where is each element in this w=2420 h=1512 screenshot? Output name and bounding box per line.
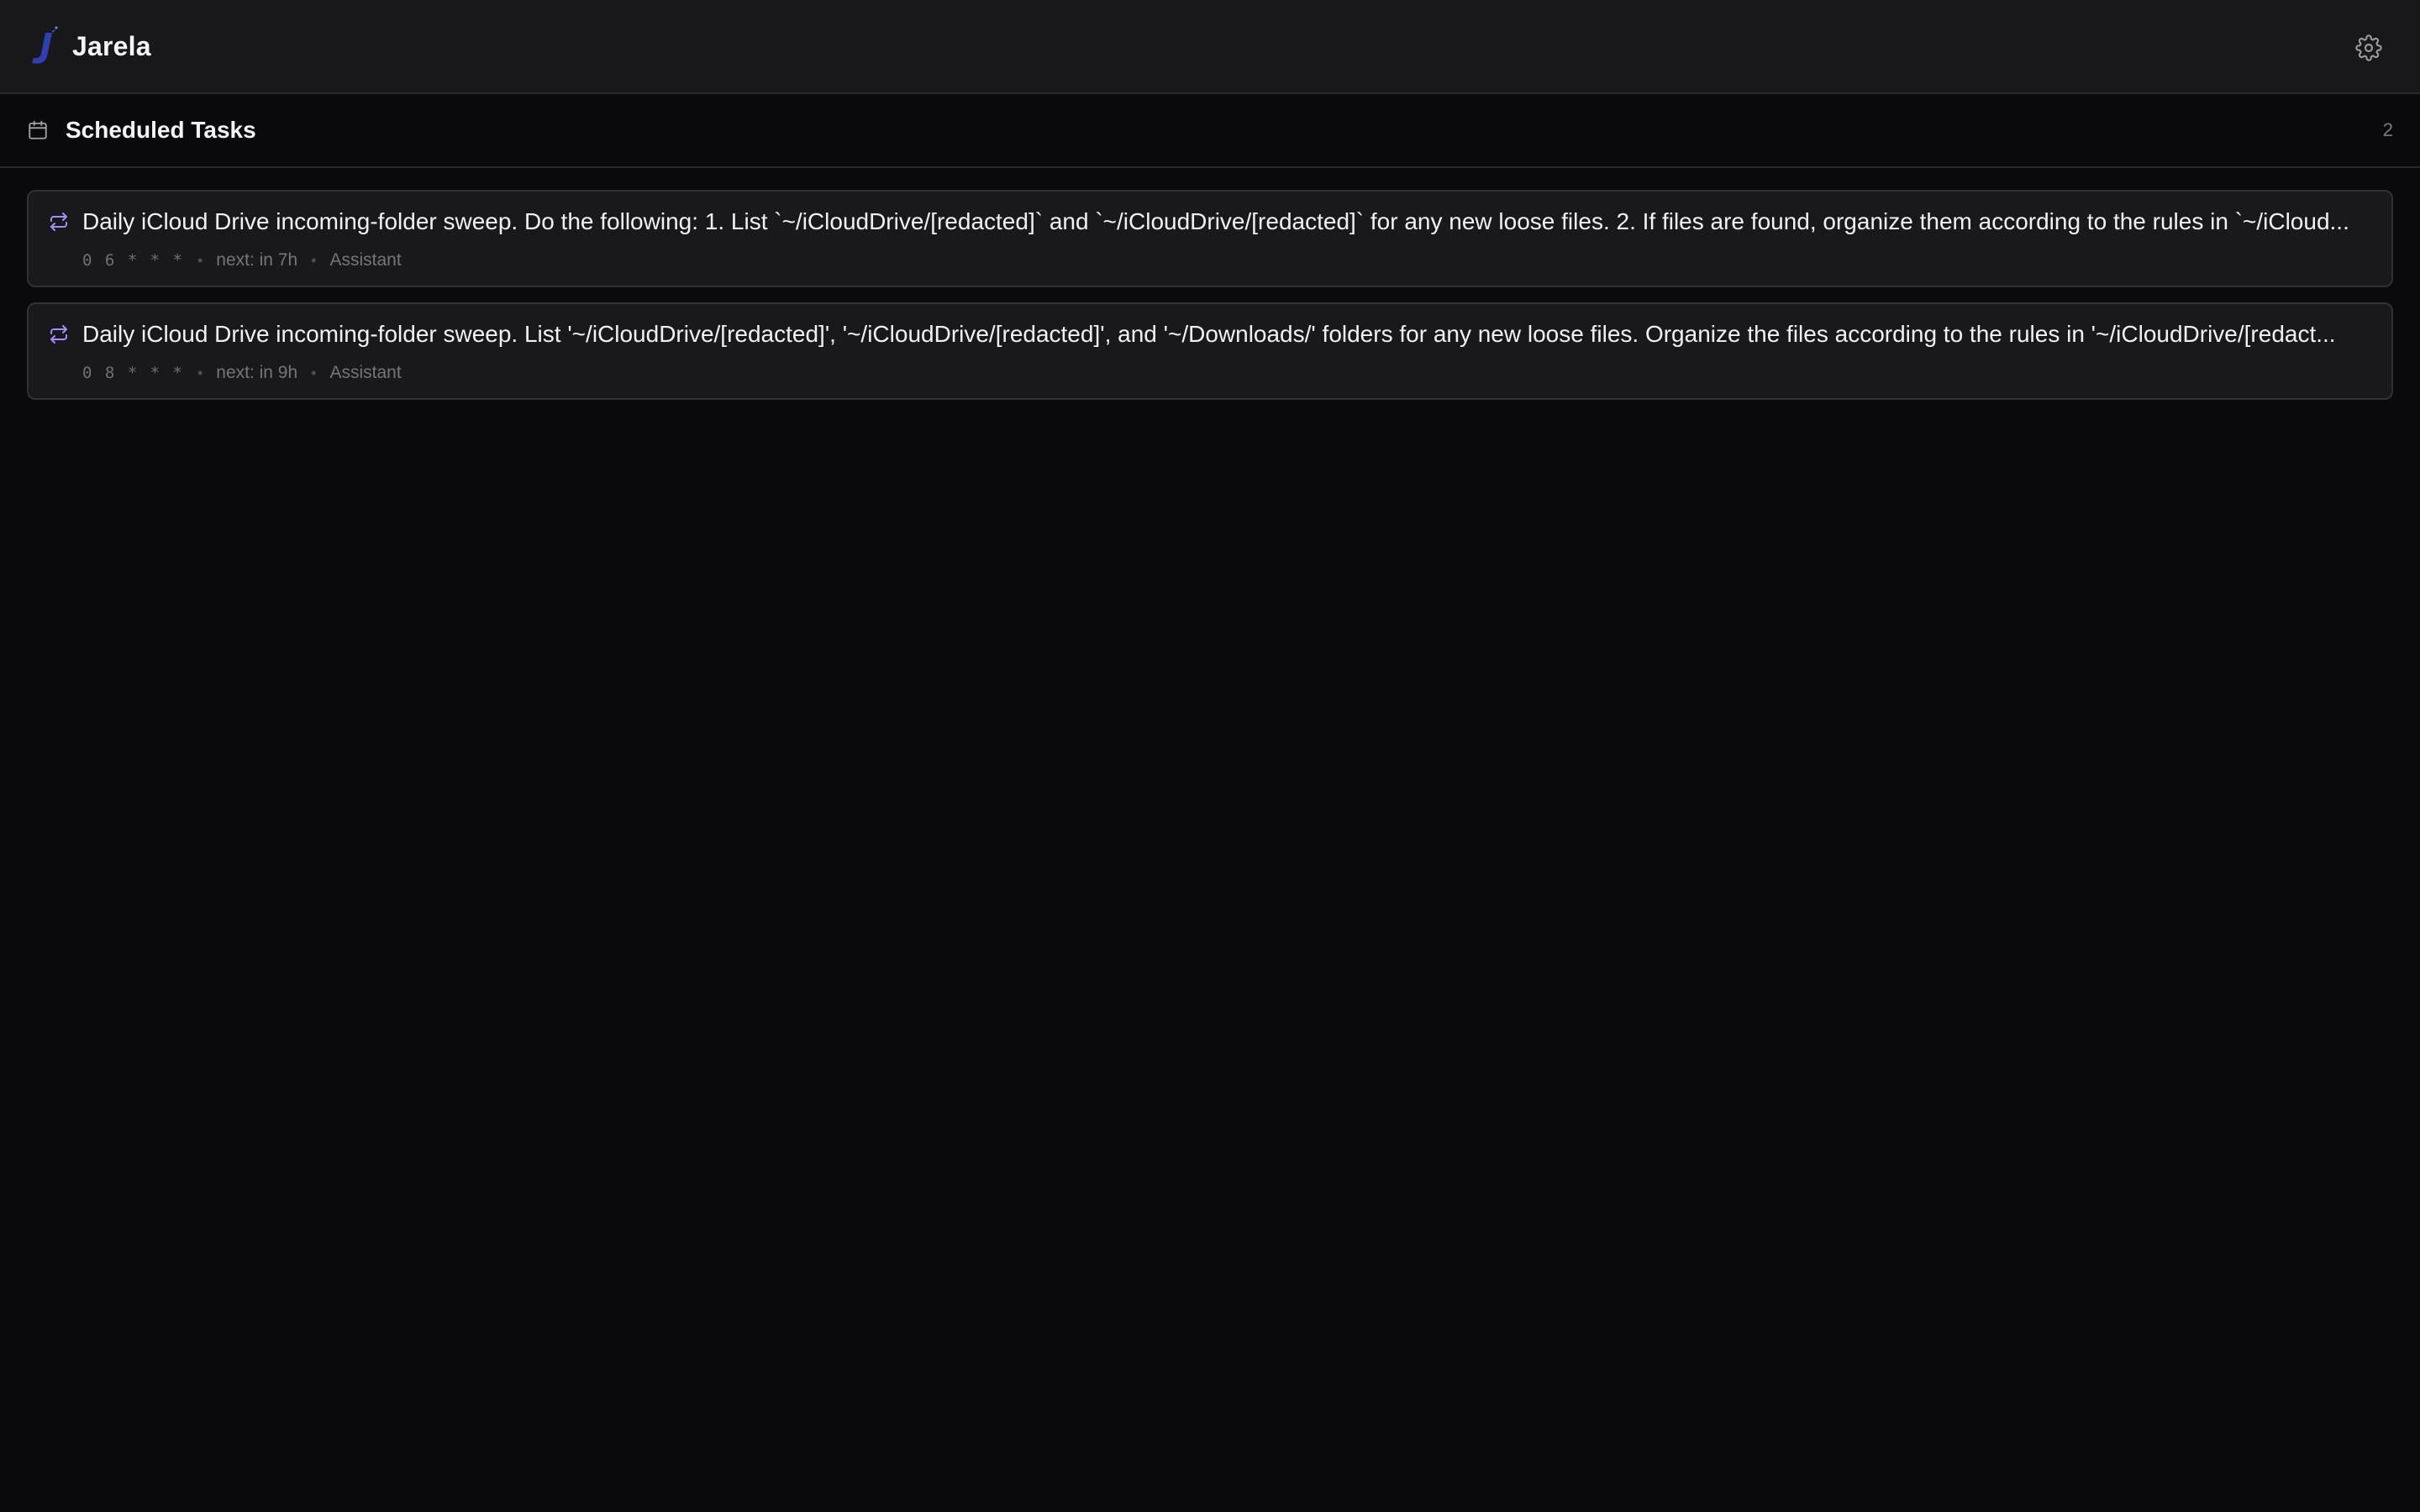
task-agent: Assistant <box>329 250 402 270</box>
task-cron: 0 8 * * * <box>82 364 184 382</box>
scheduled-tasks-header: Scheduled Tasks 2 <box>0 94 2420 168</box>
task-card[interactable]: Daily iCloud Drive incoming-folder sweep… <box>27 190 2393 287</box>
task-cron: 0 6 * * * <box>82 251 184 270</box>
separator-dot: • <box>311 252 317 269</box>
separator-dot: • <box>197 365 203 381</box>
task-next-run: next: in 9h <box>216 363 298 382</box>
task-title: Daily iCloud Drive incoming-folder sweep… <box>82 321 2336 347</box>
task-next-run: next: in 7h <box>216 250 298 270</box>
task-agent: Assistant <box>329 363 402 382</box>
gear-icon <box>2355 34 2382 61</box>
task-card[interactable]: Daily iCloud Drive incoming-folder sweep… <box>27 302 2393 400</box>
calendar-icon <box>27 118 50 142</box>
task-count: 2 <box>2382 119 2393 140</box>
task-list: Daily iCloud Drive incoming-folder sweep… <box>27 190 2393 415</box>
repeat-icon <box>49 212 69 232</box>
separator-dot: • <box>197 252 203 269</box>
jarela-logo-icon <box>27 24 64 68</box>
task-title: Daily iCloud Drive incoming-folder sweep… <box>82 208 2349 234</box>
top-bar: Jarela <box>0 0 2420 94</box>
section-title: Scheduled Tasks <box>66 117 256 143</box>
app-name: Jarela <box>72 30 151 61</box>
settings-button[interactable] <box>2354 34 2383 62</box>
repeat-icon <box>49 324 69 344</box>
separator-dot: • <box>311 365 317 381</box>
task-meta: 0 6 * * * • next: in 7h • Assistant <box>82 249 402 272</box>
task-meta: 0 8 * * * • next: in 9h • Assistant <box>82 361 402 385</box>
